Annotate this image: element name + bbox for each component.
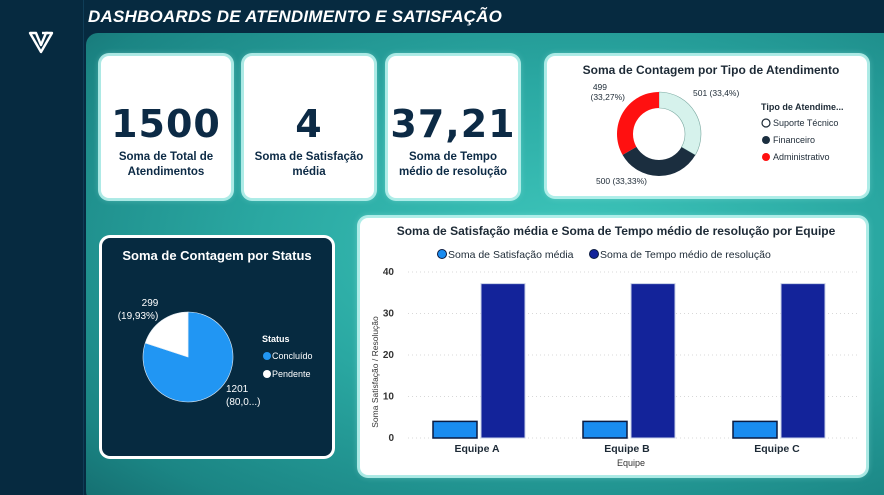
donut-title: Soma de Contagem por Tipo de Atendimento bbox=[583, 63, 840, 77]
donut-data-label: 499 (33,27%) bbox=[591, 82, 626, 102]
bar-y-axis-label: Soma Satisfação / Resolução bbox=[370, 316, 380, 428]
kpi-value: 1500 bbox=[111, 102, 221, 146]
status-chart-title: Soma de Contagem por Status bbox=[122, 248, 312, 263]
y-tick-label: 30 bbox=[383, 309, 395, 320]
status-chart-card[interactable]: Soma de Contagem por Status 1201 (80,0...… bbox=[102, 238, 332, 456]
status-data-label: 299 (19,93%) bbox=[118, 298, 159, 322]
bar-satisfacao-1[interactable] bbox=[432, 420, 478, 439]
donut-data-label: 500 (33,33%) bbox=[596, 176, 647, 186]
donut-slice-1[interactable] bbox=[658, 91, 702, 156]
bar-tempo-2[interactable] bbox=[630, 283, 676, 439]
donut-legend-item[interactable]: Administrativo bbox=[773, 152, 830, 162]
bar-legend-item[interactable]: Soma de Satisfação média bbox=[448, 249, 574, 261]
status-legend-marker bbox=[263, 370, 271, 378]
status-data-label: 1201 (80,0...) bbox=[226, 384, 260, 408]
kpi-label: Soma de Tempo médio de resolução bbox=[398, 151, 507, 178]
kpi-satisfacao-card[interactable]: 4 Soma de Satisfação média bbox=[244, 56, 374, 198]
page-title: DASHBOARDS DE ATENDIMENTO E SATISFAÇÃO bbox=[88, 7, 503, 26]
x-tick-label: Equipe A bbox=[454, 443, 500, 455]
kpi-value: 4 bbox=[295, 102, 323, 146]
status-legend-item[interactable]: Pendente bbox=[272, 369, 311, 379]
tipo-atendimento-donut-chart: Soma de Contagem por Tipo de Atendimento… bbox=[583, 63, 844, 186]
x-tick-label: Equipe C bbox=[754, 443, 800, 455]
equipe-bar-chart: Soma de Satisfação média e Soma de Tempo… bbox=[370, 224, 858, 468]
y-tick-label: 40 bbox=[383, 267, 395, 278]
kpi-tempo-resolucao-card[interactable]: 37,21 Soma de Tempo médio de resolução bbox=[388, 56, 518, 198]
equipe-bar-chart-card[interactable]: Soma de Satisfação média e Soma de Tempo… bbox=[360, 218, 866, 475]
bar-legend-marker bbox=[589, 249, 599, 259]
sidebar bbox=[0, 0, 84, 495]
kpi-total-atendimentos-card[interactable]: 1500 Soma de Total de Atendimentos bbox=[101, 56, 231, 198]
x-tick-label: Equipe B bbox=[604, 443, 650, 455]
donut-legend-item[interactable]: Suporte Técnico bbox=[773, 118, 838, 128]
status-legend-marker bbox=[263, 352, 271, 360]
donut-legend-marker bbox=[762, 153, 770, 161]
status-legend-item[interactable]: Concluído bbox=[272, 351, 313, 361]
donut-legend-marker bbox=[761, 118, 771, 128]
kpi-label: Soma de Total de Atendimentos bbox=[118, 151, 214, 178]
bar-legend-item[interactable]: Soma de Tempo médio de resolução bbox=[600, 249, 771, 261]
status-pie-chart: 1201 (80,0...) 299 (19,93%) Status Concluíd… bbox=[118, 298, 313, 408]
bar-satisfacao-3[interactable] bbox=[732, 420, 778, 439]
y-tick-label: 10 bbox=[383, 392, 395, 403]
donut-slice-2[interactable] bbox=[622, 146, 696, 176]
bar-legend-marker bbox=[437, 249, 447, 259]
status-legend-title: Status bbox=[262, 334, 290, 344]
bar-tempo-3[interactable] bbox=[780, 283, 826, 439]
donut-data-label: 501 (33,4%) bbox=[693, 88, 739, 98]
kpi-value: 37,21 bbox=[390, 102, 516, 146]
bar-tempo-1[interactable] bbox=[480, 283, 526, 439]
y-tick-label: 20 bbox=[383, 350, 395, 361]
kpi-label: Soma de Satisfação média bbox=[254, 151, 364, 178]
donut-legend-title: Tipo de Atendime... bbox=[761, 102, 844, 112]
brand-logo-icon[interactable] bbox=[28, 30, 54, 54]
tipo-atendimento-chart-card[interactable]: Soma de Contagem por Tipo de Atendimento… bbox=[547, 56, 867, 196]
bar-satisfacao-2[interactable] bbox=[582, 420, 628, 439]
bar-chart-title: Soma de Satisfação média e Soma de Tempo… bbox=[397, 224, 836, 238]
y-tick-label: 0 bbox=[388, 433, 394, 444]
donut-legend-marker bbox=[762, 136, 770, 144]
donut-legend-item[interactable]: Financeiro bbox=[773, 135, 815, 145]
bar-x-axis-label: Equipe bbox=[617, 458, 645, 468]
